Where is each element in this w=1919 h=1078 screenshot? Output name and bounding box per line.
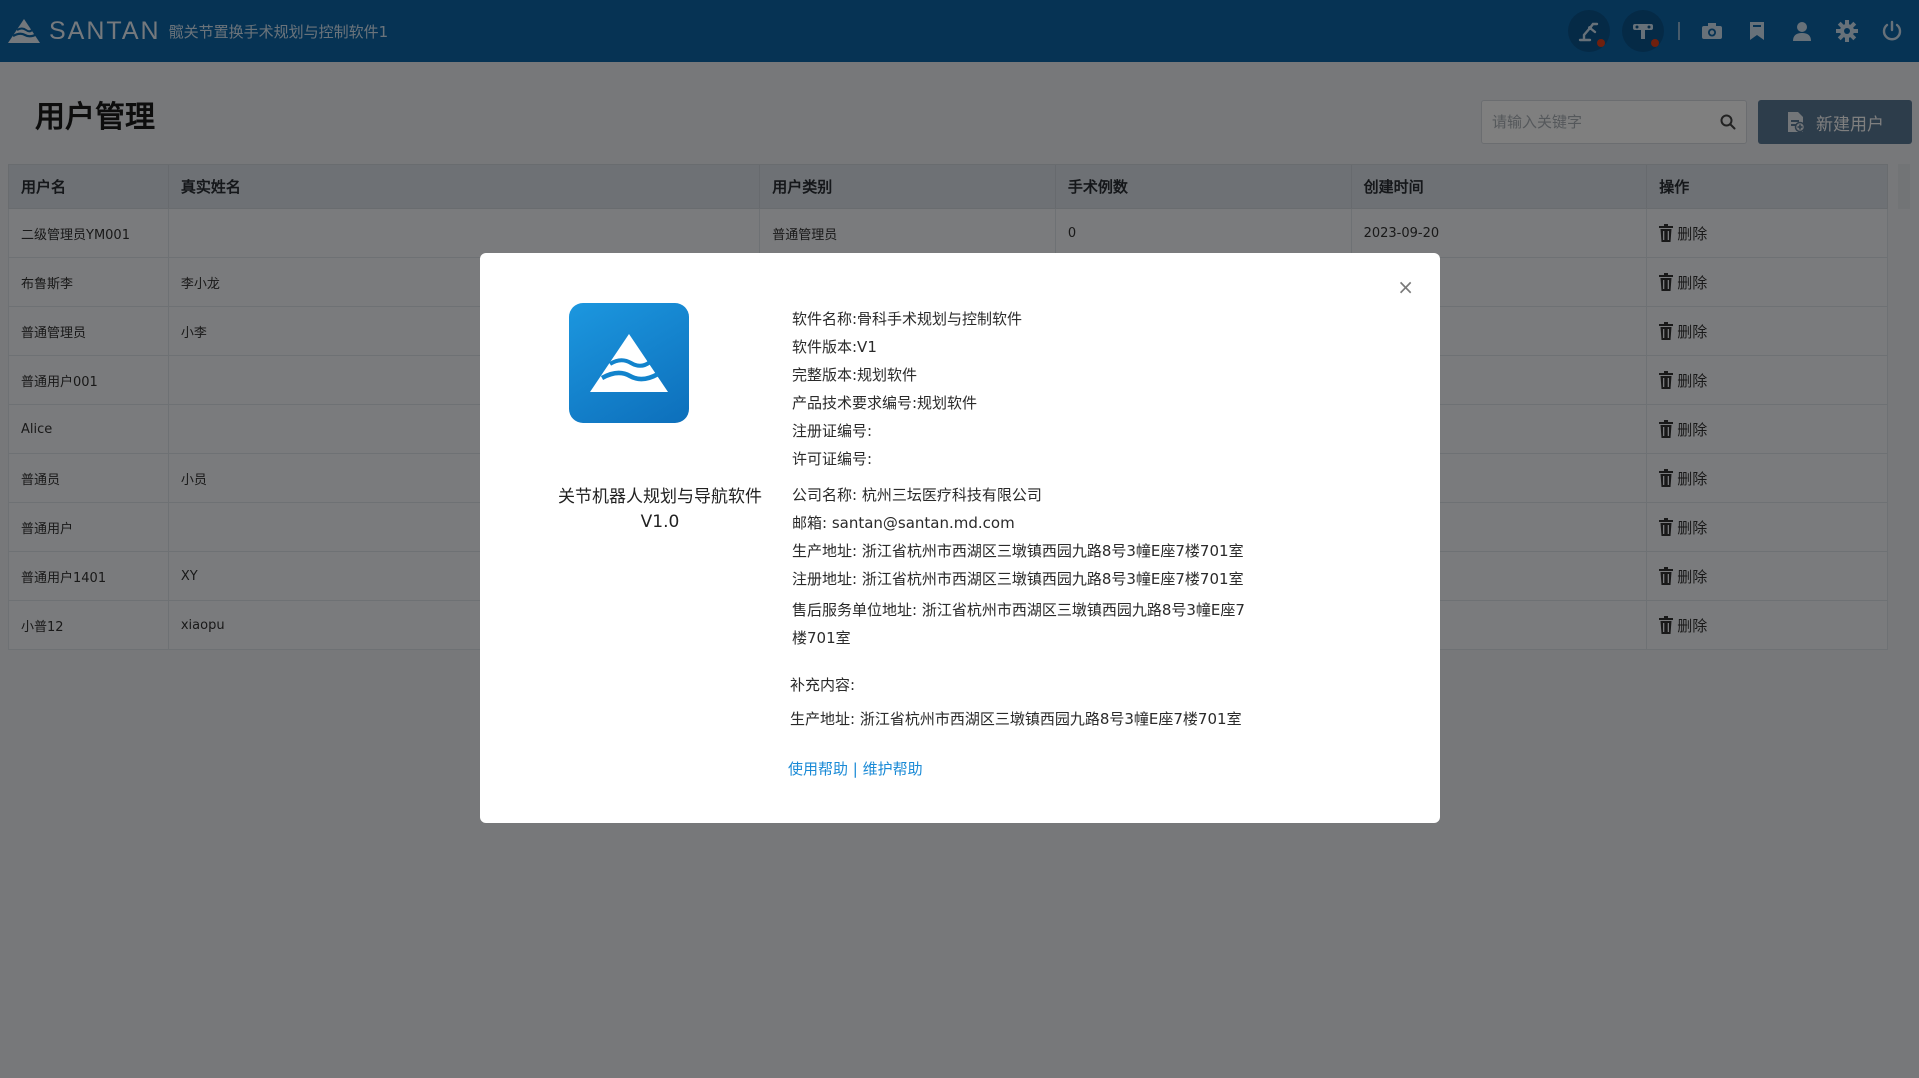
full-version: 完整版本:规划软件 [792,366,918,384]
registration-no: 注册证编号: [792,422,873,440]
email: 邮箱: santan@santan.md.com [792,514,1015,532]
software-info: 软件名称:骨科手术规划与控制软件 软件版本:V1 完整版本:规划软件 产品技术要… [792,305,1292,652]
app-name: 关节机器人规划与导航软件 V1.0 [520,485,800,535]
service-address-line2: 楼701室 [792,629,851,647]
maintenance-help-link[interactable]: 维护帮助 [863,760,923,778]
app-name-title: 关节机器人规划与导航软件 [558,487,762,507]
supplement-address: 生产地址: 浙江省杭州市西湖区三墩镇西园九路8号3幢E座7楼701室 [790,710,1242,728]
app-logo-icon [569,303,689,423]
product-tech-no: 产品技术要求编号:规划软件 [792,394,978,412]
usage-help-link[interactable]: 使用帮助 [788,760,848,778]
help-links: 使用帮助 | 维护帮助 [788,758,923,779]
license-no: 许可证编号: [792,450,873,468]
about-dialog: × 关节机器人规划与导航软件 V1.0 软件名称:骨科手术规划与控制软件 软件版… [480,253,1440,823]
service-address-line1: 售后服务单位地址: 浙江省杭州市西湖区三墩镇西园九路8号3幢E座7 [792,601,1245,619]
software-version: 软件版本:V1 [792,338,877,356]
app-version: V1.0 [640,512,680,532]
software-name: 软件名称:骨科手术规划与控制软件 [792,310,1023,328]
supplement-label: 补充内容: [790,676,856,694]
production-address: 生产地址: 浙江省杭州市西湖区三墩镇西园九路8号3幢E座7楼701室 [792,542,1244,560]
company-name: 公司名称: 杭州三坛医疗科技有限公司 [792,486,1042,504]
close-icon[interactable]: × [1397,275,1414,299]
link-separator: | [852,760,858,778]
service-address: 售后服务单位地址: 浙江省杭州市西湖区三墩镇西园九路8号3幢E座7 楼701室 [792,596,1292,652]
registered-address: 注册地址: 浙江省杭州市西湖区三墩镇西园九路8号3幢E座7楼701室 [792,570,1244,588]
